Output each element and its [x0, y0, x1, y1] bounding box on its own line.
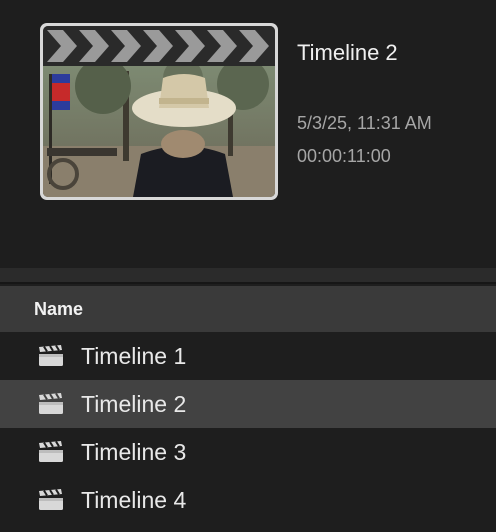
list-item-label: Timeline 4: [81, 486, 187, 513]
clapperboard-icon: [37, 344, 67, 368]
list-item[interactable]: Timeline 1: [0, 332, 496, 380]
list-item[interactable]: Timeline 3: [0, 428, 496, 476]
preview-title: Timeline 2: [297, 40, 398, 65]
pane-divider[interactable]: [0, 268, 496, 284]
preview-duration: 00:00:11:00: [297, 146, 391, 166]
list-item[interactable]: Timeline 2: [0, 380, 496, 428]
column-header-name[interactable]: Name: [0, 286, 496, 332]
clapperboard-icon: [37, 440, 67, 464]
column-header-label: Name: [34, 298, 84, 319]
timeline-browser: Timeline 2 5/3/25, 11:31 AM 00:00:11:00 …: [0, 0, 496, 532]
timeline-list: Name Timeline 1 Timeline 2 Timeline 3 Ti…: [0, 286, 496, 532]
list-item-label: Timeline 2: [81, 390, 187, 417]
list-item-label: Timeline 3: [81, 438, 187, 465]
preview-date: 5/3/25, 11:31 AM: [297, 113, 432, 133]
preview-pane: Timeline 2 5/3/25, 11:31 AM 00:00:11:00: [0, 0, 496, 268]
thumbnail-image: [43, 26, 275, 197]
clapperboard-icon: [37, 488, 67, 512]
timeline-thumbnail[interactable]: [40, 23, 278, 200]
clapperboard-icon: [37, 392, 67, 416]
clapperboard-thumbnail-icon: [43, 26, 275, 197]
list-item[interactable]: Timeline 4: [0, 476, 496, 524]
list-item-label: Timeline 1: [81, 342, 187, 369]
